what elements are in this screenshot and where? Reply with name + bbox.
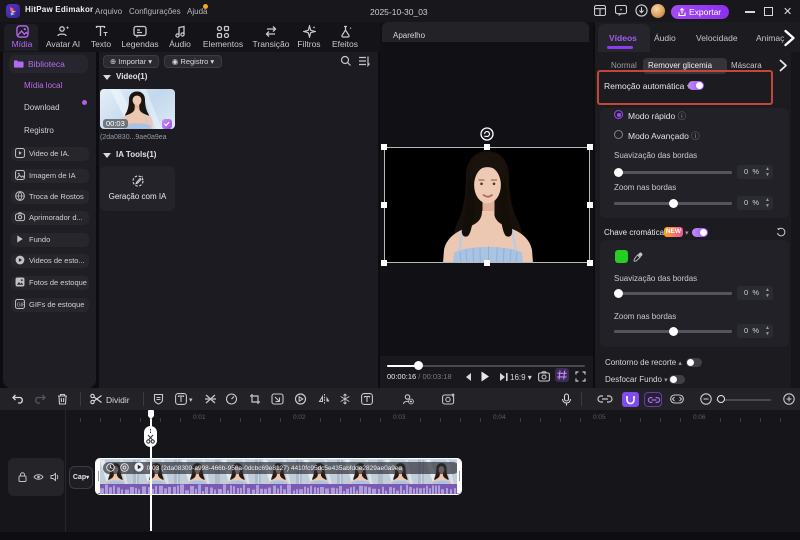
- svg-text:GIF: GIF: [17, 302, 25, 308]
